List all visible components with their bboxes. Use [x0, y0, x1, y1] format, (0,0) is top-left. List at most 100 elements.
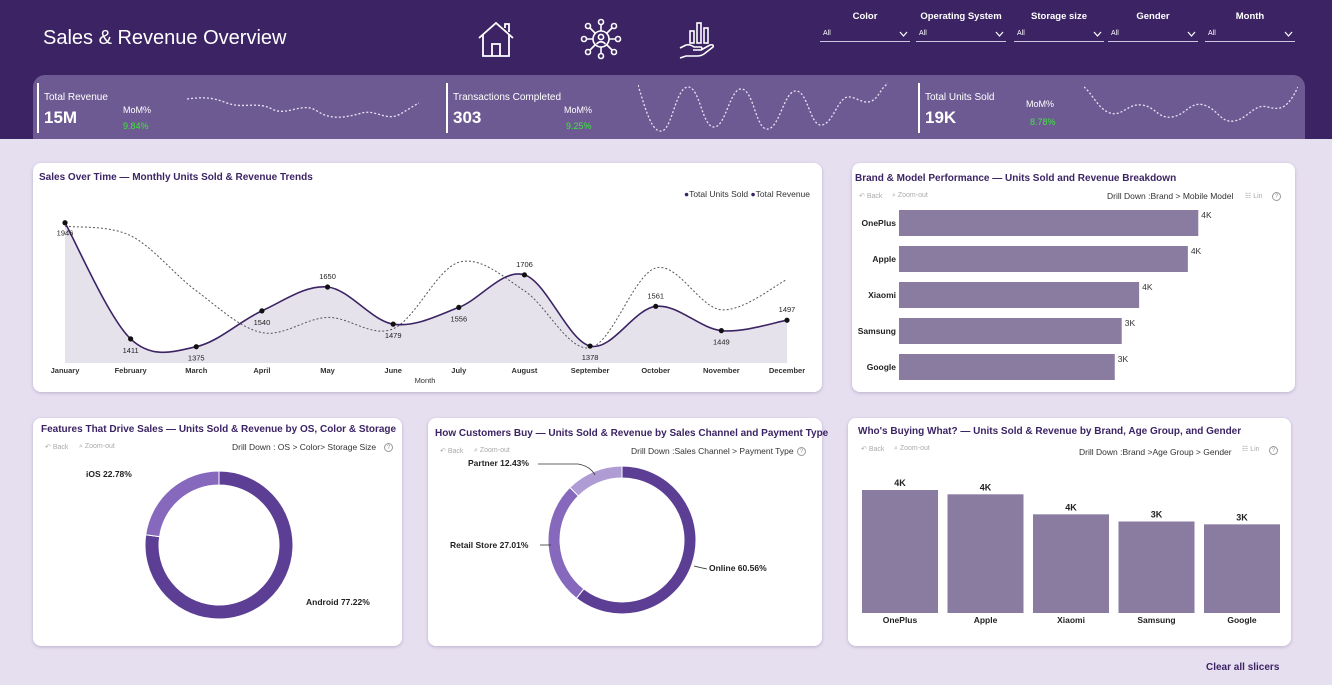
x-tick-label: January [51, 366, 81, 375]
kpi-units-sold: Total Units Sold 19K MoM% 8.78% [918, 75, 1303, 139]
data-label: 4K [1191, 246, 1202, 256]
category-label: Xiaomi [868, 290, 896, 300]
slicer-select[interactable]: All [916, 28, 1006, 42]
category-label: Xiaomi [1057, 615, 1085, 625]
slicer-label: Color [852, 11, 878, 22]
data-label: 1411 [123, 346, 139, 355]
bar [899, 246, 1188, 272]
features-card: Features That Drive Sales — Units Sold &… [33, 418, 402, 646]
category-label: Samsung [1137, 615, 1175, 625]
kpi-mom-value: 9.25% [566, 121, 592, 131]
data-point [128, 336, 134, 342]
kpi-total-revenue: Total Revenue 15M MoM% 9.84% [37, 75, 427, 139]
slicer-select[interactable]: All [1014, 28, 1104, 42]
data-label: 3K [1125, 318, 1136, 328]
bar [1204, 524, 1280, 613]
x-tick-label: August [512, 366, 538, 375]
leader-line [538, 463, 596, 476]
x-tick-label: July [451, 366, 467, 375]
channel-donut-chart: Online 60.56% Retail Store 27.01% Partner … [450, 458, 767, 615]
kpi-name: Transactions Completed [453, 92, 562, 103]
slicer-label: Storage size [1031, 11, 1087, 22]
slicer-label: Month [1235, 11, 1265, 22]
slicer-label: Operating System [920, 11, 1002, 22]
pie-slice-retail-store [547, 486, 585, 600]
data-label: 1540 [254, 318, 271, 327]
x-tick-label: April [253, 366, 270, 375]
kpi-name: Total Revenue [44, 92, 108, 103]
data-label: 1497 [779, 305, 796, 314]
brand-bar-chart: OnePlus 4K Apple 4K Xiaomi 4K Samsung 3K Google 3… [858, 210, 1212, 380]
bar [899, 354, 1115, 380]
slicer-value: All [919, 30, 927, 37]
hand-chart-icon[interactable] [677, 18, 719, 60]
data-point [62, 220, 68, 226]
data-label: 1650 [319, 272, 336, 281]
kpi-divider [446, 83, 448, 133]
category-label: Google [867, 362, 897, 372]
slicer-gender[interactable]: Gender All [1108, 10, 1198, 42]
data-label: 4K [1065, 502, 1077, 512]
data-label: 1946 [57, 229, 74, 238]
chevron-down-icon [1093, 31, 1102, 37]
chevron-down-icon [1187, 31, 1196, 37]
x-tick-label: February [115, 366, 148, 375]
x-tick-label: March [185, 366, 208, 375]
slicer-storage-size[interactable]: Storage size All [1014, 10, 1104, 42]
data-point [587, 343, 593, 349]
kpi-sparkline [638, 82, 888, 132]
kpi-value: 15M [44, 108, 78, 127]
kpi-mom-value: 8.78% [1030, 117, 1056, 127]
whos-buying-card: Who's Buying What? — Units Sold & Revenu… [848, 418, 1291, 646]
kpi-transactions: Transactions Completed 303 MoM% 9.25% [446, 75, 896, 139]
pie-slice-online [575, 465, 697, 615]
kpi-divider [918, 83, 920, 133]
bar [1033, 514, 1109, 613]
category-label: Google [1227, 615, 1257, 625]
bar [899, 318, 1122, 344]
slicer-select[interactable]: All [1108, 28, 1198, 42]
sales-line-chart: 1946 1411 1375 1540 1650 1479 1556 1706 1378 1561… [51, 220, 805, 385]
data-point [653, 303, 659, 309]
customers-card: How Customers Buy — Units Sold & Revenue… [428, 418, 828, 646]
kpi-value: 19K [925, 108, 957, 127]
x-axis-label: Month [415, 376, 436, 385]
data-label: 3K [1151, 509, 1163, 519]
clear-slicers-button[interactable]: Clear all slicers [1206, 662, 1279, 673]
kpi-mom-label: MoM% [1026, 99, 1055, 109]
slicer-operating-system[interactable]: Operating System All [916, 10, 1006, 42]
data-label: Online 60.56% [709, 563, 767, 573]
slicer-select[interactable]: All [1205, 28, 1295, 42]
kpi-name: Total Units Sold [925, 92, 995, 103]
x-tick-label: September [571, 366, 610, 375]
slicer-value: All [1208, 30, 1216, 37]
data-label: Android 77.22% [306, 597, 370, 607]
data-point [259, 308, 265, 314]
page-title: Sales & Revenue Overview [43, 27, 287, 49]
x-tick-label: October [641, 366, 670, 375]
slicer-month[interactable]: Month All [1205, 10, 1295, 42]
chevron-down-icon [899, 31, 908, 37]
kpi-divider [37, 83, 39, 133]
pie-slice-partner [569, 465, 623, 497]
bar [1118, 521, 1195, 613]
data-label: 1375 [188, 354, 205, 363]
chevron-down-icon [995, 31, 1004, 37]
category-label: Samsung [858, 326, 896, 336]
data-label: 1378 [582, 353, 599, 362]
slicer-label: Gender [1136, 11, 1170, 22]
data-label: 4K [1142, 282, 1153, 292]
os-donut-chart: iOS 22.78% Android 77.22% [86, 469, 370, 620]
category-label: Apple [974, 615, 998, 625]
data-label: 4K [980, 482, 992, 492]
slicer-select[interactable]: All [820, 28, 910, 42]
slicer-color[interactable]: Color All [820, 10, 910, 42]
data-point [784, 317, 790, 323]
x-tick-label: November [703, 366, 740, 375]
kpi-band: Total Revenue 15M MoM% 9.84% Transaction… [33, 75, 1305, 139]
network-person-icon[interactable] [580, 18, 622, 60]
data-point [456, 304, 462, 311]
bar [862, 490, 938, 613]
kpi-sparkline [1084, 86, 1298, 122]
home-icon[interactable] [475, 18, 517, 60]
